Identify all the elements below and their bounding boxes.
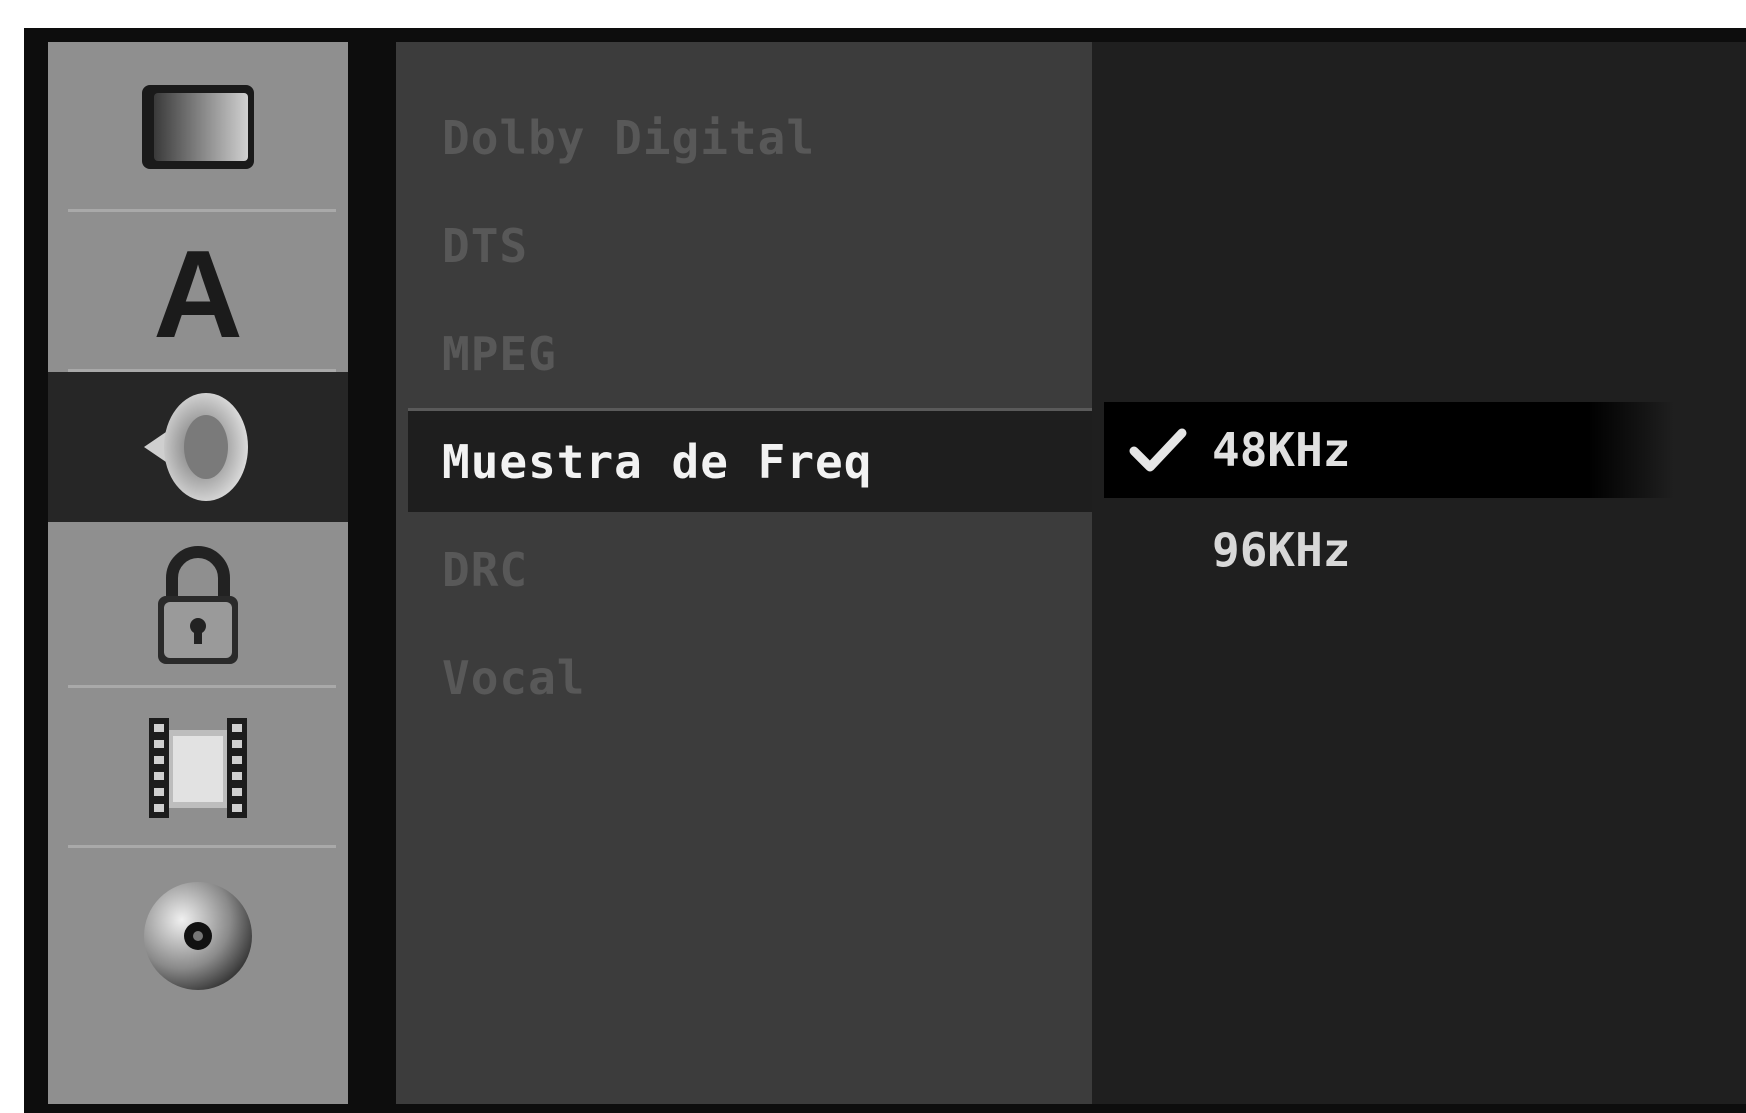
- category-disc[interactable]: [48, 848, 348, 1024]
- category-recording[interactable]: [48, 688, 348, 848]
- disc-icon: [144, 882, 252, 990]
- frequency-options-panel: 48KHz 96KHz: [1092, 42, 1746, 1104]
- category-language[interactable]: A: [48, 212, 348, 372]
- category-picture[interactable]: [48, 42, 348, 212]
- menu-item-drc[interactable]: DRC: [396, 518, 1092, 622]
- category-lock[interactable]: [48, 522, 348, 688]
- menu-item-vocal[interactable]: Vocal: [396, 626, 1092, 730]
- picture-icon: [142, 85, 254, 169]
- language-glyph: A: [153, 237, 243, 347]
- film-icon: [149, 718, 247, 818]
- audio-settings-menu: Dolby Digital DTS MPEG Muestra de Freq D…: [396, 42, 1092, 1104]
- menu-item-dolby-digital[interactable]: Dolby Digital: [396, 86, 1092, 190]
- category-audio[interactable]: [48, 372, 348, 522]
- menu-item-dts[interactable]: DTS: [396, 194, 1092, 298]
- menu-item-sample-frequency[interactable]: Muestra de Freq: [408, 408, 1092, 512]
- option-label: 48KHz: [1212, 423, 1351, 477]
- audio-speaker-icon: [144, 393, 248, 501]
- category-icon-column: A: [48, 42, 348, 1104]
- check-icon: [1104, 425, 1212, 475]
- setup-menu-screen: A Dolby Digital DTS MPEG Muestra de Freq…: [24, 28, 1746, 1113]
- language-icon: A: [153, 237, 243, 347]
- option-label: 96KHz: [1212, 523, 1351, 577]
- lock-icon: [158, 546, 238, 664]
- option-48khz[interactable]: 48KHz: [1104, 402, 1674, 498]
- menu-item-mpeg[interactable]: MPEG: [396, 302, 1092, 406]
- option-96khz[interactable]: 96KHz: [1104, 502, 1350, 598]
